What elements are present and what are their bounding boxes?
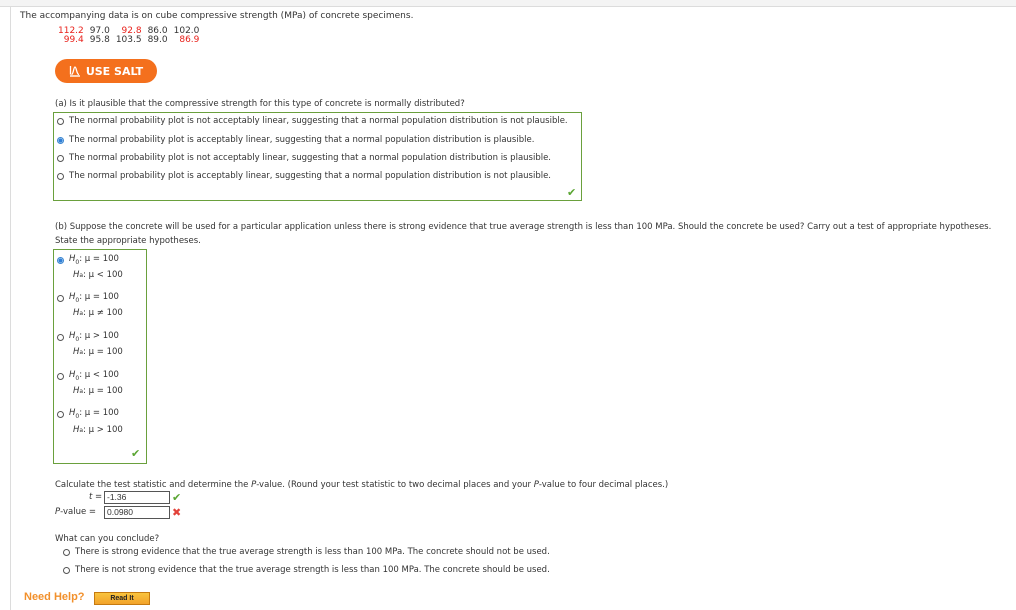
calc-prompt: Calculate the test statistic and determi… (55, 480, 668, 490)
part-b-prompt: State the appropriate hypotheses. (55, 236, 201, 246)
ha-statement: Ha: μ = 100 (73, 347, 123, 357)
h0-text: : μ = 100 (79, 254, 119, 264)
table-row: 99.4 95.8 103.5 89.0 86.9 (55, 36, 202, 45)
correct-check-icon: ✔ (567, 186, 577, 199)
conclude-option[interactable]: There is strong evidence that the true a… (63, 547, 550, 557)
ha-text: : μ = 100 (83, 386, 123, 396)
part-a-option[interactable]: The normal probability plot is not accep… (57, 153, 551, 163)
h0-statement: H0: μ = 100 (69, 408, 119, 420)
data-cell: 99.4 (63, 35, 84, 45)
option-label: The normal probability plot is not accep… (69, 153, 552, 163)
calc-prompt-text: -value to four decimal places.) (538, 480, 669, 490)
radio-button[interactable] (57, 154, 64, 162)
part-b-question: (b) Suppose the concrete will be used fo… (55, 222, 992, 232)
t-statistic-input[interactable]: -1.36 (104, 491, 170, 504)
h0-text: : μ = 100 (79, 408, 119, 418)
part-a-option[interactable]: The normal probability plot is acceptabl… (57, 135, 534, 145)
ha-text: : μ ≠ 100 (83, 308, 123, 318)
radio-button[interactable] (57, 294, 64, 302)
data-cell: 103.5 (115, 35, 142, 45)
ha-statement: Ha: μ > 100 (73, 425, 123, 435)
equals-sign: = (86, 507, 97, 517)
use-salt-button[interactable]: USE SALT (55, 59, 157, 83)
h0-text: : μ < 100 (79, 370, 119, 380)
conclude-option[interactable]: There is not strong evidence that the tr… (63, 565, 550, 575)
h0-statement: H0: μ = 100 (69, 292, 119, 304)
data-cell: 86.9 (179, 35, 200, 45)
radio-button[interactable] (63, 548, 70, 556)
hypothesis-option[interactable]: H0: μ > 100 (57, 331, 119, 343)
radio-button[interactable] (63, 566, 70, 574)
part-a-question: (a) Is it plausible that the compressive… (55, 99, 465, 109)
data-cell: 95.8 (89, 35, 110, 45)
ha-text: : μ > 100 (83, 425, 123, 435)
read-it-button[interactable]: Read It (94, 592, 150, 605)
intro-text: The accompanying data is on cube compres… (20, 11, 414, 21)
radio-button[interactable] (57, 136, 64, 144)
radio-button[interactable] (57, 333, 64, 341)
ha-statement: Ha: μ ≠ 100 (73, 308, 123, 318)
p-value-label: P-value = (55, 507, 96, 517)
option-label: The normal probability plot is not accep… (69, 116, 568, 126)
option-label: The normal probability plot is acceptabl… (69, 171, 552, 181)
option-label: The normal probability plot is acceptabl… (69, 135, 535, 145)
ha-statement: Ha: μ < 100 (73, 270, 123, 280)
h0-statement: H0: μ < 100 (69, 370, 119, 382)
left-border (10, 7, 11, 610)
radio-button[interactable] (57, 117, 64, 125)
ha-text: : μ < 100 (83, 270, 123, 280)
top-bar (0, 0, 1016, 7)
h0-text: : μ > 100 (79, 331, 119, 341)
radio-button[interactable] (57, 256, 64, 264)
hypothesis-option[interactable]: H0: μ < 100 (57, 370, 119, 382)
correct-check-icon: ✔ (131, 447, 141, 460)
part-a-option[interactable]: The normal probability plot is acceptabl… (57, 171, 551, 181)
part-a-option[interactable]: The normal probability plot is not accep… (57, 116, 568, 126)
h0-statement: H0: μ > 100 (69, 331, 119, 343)
calc-prompt-text: Calculate the test statistic and determi… (55, 480, 252, 490)
hypothesis-option[interactable]: H0: μ = 100 (57, 292, 119, 304)
ha-statement: Ha: μ = 100 (73, 386, 123, 396)
hypothesis-option[interactable]: H0: μ = 100 (57, 254, 119, 266)
p-value-input[interactable]: 0.0980 (104, 506, 170, 519)
salt-distribution-icon (69, 66, 80, 77)
option-label: There is strong evidence that the true a… (75, 547, 550, 557)
equals-sign: = (92, 492, 103, 502)
t-label: t = (89, 492, 102, 502)
use-salt-label: USE SALT (85, 64, 144, 78)
correct-check-icon: ✔ (172, 491, 182, 504)
need-help-label: Need Help? (24, 591, 85, 603)
radio-button[interactable] (57, 410, 64, 418)
data-table: 112.2 97.0 92.8 86.0 102.0 99.4 95.8 103… (55, 27, 202, 45)
hypothesis-option[interactable]: H0: μ = 100 (57, 408, 119, 420)
calc-prompt-text: -value. (Round your test statistic to tw… (256, 480, 534, 490)
data-cell: 89.0 (147, 35, 168, 45)
incorrect-cross-icon: ✖ (172, 506, 182, 519)
radio-button[interactable] (57, 172, 64, 180)
radio-button[interactable] (57, 372, 64, 380)
option-label: There is not strong evidence that the tr… (75, 565, 550, 575)
h0-statement: H0: μ = 100 (69, 254, 119, 266)
p-value-label-text: -value (60, 507, 87, 517)
ha-text: : μ = 100 (83, 347, 123, 357)
h0-text: : μ = 100 (79, 292, 119, 302)
conclude-question: What can you conclude? (55, 534, 160, 544)
